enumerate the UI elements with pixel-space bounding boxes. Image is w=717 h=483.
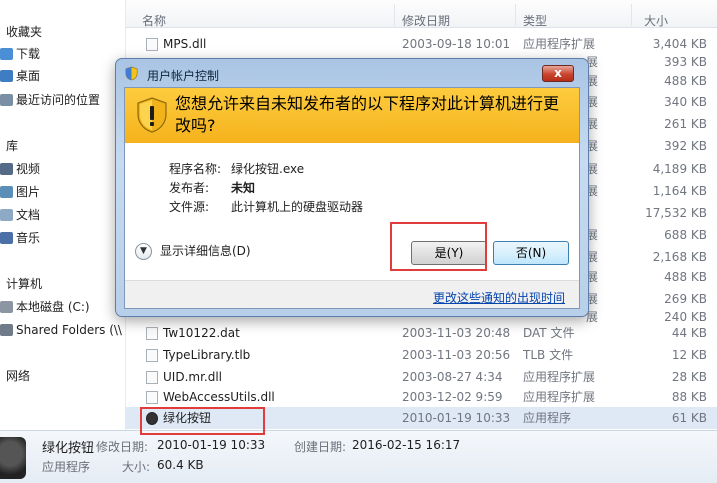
details-size-label: 大小:	[122, 460, 151, 474]
uac-dialog: 用户帐户控制 x 您想允许来自未知发布者的以下程序对此计算机进行更改吗? 程序名…	[115, 58, 589, 317]
yes-button[interactable]: 是(Y)	[411, 241, 487, 265]
dll-file-icon	[146, 38, 158, 51]
details-modified-label: 修改日期:	[96, 440, 149, 454]
column-header-modified[interactable]: 修改日期	[402, 12, 450, 29]
dll-file-icon	[146, 371, 158, 384]
desktop-icon	[0, 70, 13, 82]
file-row[interactable]: WebAccessUtils.dll 2003-12-02 9:59 应用程序扩…	[126, 386, 717, 408]
dat-file-icon	[146, 327, 158, 340]
documents-icon	[0, 209, 13, 221]
navigation-pane: 收藏夹 下载 桌面 最近访问的位置 库 视频 图片 文档 音乐 计算机 本地磁盘…	[0, 0, 126, 430]
uac-shield-icon	[125, 66, 138, 81]
uac-question: 您想允许来自未知发布者的以下程序对此计算机进行更改吗?	[175, 94, 560, 135]
hard-disk-icon	[0, 301, 13, 313]
download-folder-icon	[0, 48, 13, 60]
details-modified-value: 2010-01-19 10:33	[157, 438, 266, 452]
chevron-down-icon: ▼	[135, 243, 152, 260]
file-row[interactable]: TypeLibrary.tlb 2003-11-03 20:56 TLB 文件 …	[126, 344, 717, 366]
warning-banner: 您想允许来自未知发布者的以下程序对此计算机进行更改吗?	[125, 88, 579, 143]
column-divider	[631, 4, 632, 26]
application-large-icon	[0, 437, 26, 479]
file-row-selected[interactable]: 绿化按钮 2010-01-19 10:33 应用程序 61 KB	[126, 407, 717, 429]
no-button[interactable]: 否(N)	[493, 241, 569, 265]
videos-icon	[0, 163, 13, 175]
column-divider	[394, 4, 395, 26]
details-created-label: 创建日期:	[294, 440, 347, 454]
close-icon: x	[554, 66, 562, 80]
warning-shield-icon	[137, 97, 167, 133]
dialog-footer: 更改这些通知的出现时间	[125, 280, 579, 308]
details-pane: 绿化按钮 修改日期: 2010-01-19 10:33 创建日期: 2016-0…	[0, 430, 717, 483]
music-icon	[0, 232, 13, 244]
change-notification-settings-link[interactable]: 更改这些通知的出现时间	[433, 289, 565, 306]
tlb-file-icon	[146, 349, 158, 362]
dialog-title: 用户帐户控制	[147, 69, 220, 83]
details-created-value: 2016-02-15 16:17	[352, 438, 461, 452]
column-headers: 名称 修改日期 类型 大小	[126, 0, 717, 28]
pictures-icon	[0, 186, 13, 198]
column-header-name[interactable]: 名称	[142, 12, 166, 29]
file-row[interactable]: UID.mr.dll 2003-08-27 4:34 应用程序扩展 28 KB	[126, 366, 717, 388]
column-header-type[interactable]: 类型	[523, 12, 547, 29]
details-file-name: 绿化按钮	[42, 441, 95, 456]
recent-places-icon	[0, 94, 13, 106]
column-divider	[515, 4, 516, 26]
dialog-body: 您想允许来自未知发布者的以下程序对此计算机进行更改吗? 程序名称: 绿化按钮.e…	[124, 87, 580, 309]
details-file-kind: 应用程序	[42, 460, 91, 474]
column-header-size[interactable]: 大小	[644, 12, 668, 29]
dll-file-icon	[146, 391, 158, 404]
application-icon	[146, 412, 158, 425]
details-size-value: 60.4 KB	[157, 458, 204, 472]
close-button[interactable]: x	[542, 65, 574, 82]
network-drive-icon	[0, 324, 13, 336]
file-row[interactable]: Tw10122.dat 2003-11-03 20:48 DAT 文件 44 K…	[126, 322, 717, 344]
dialog-titlebar[interactable]: 用户帐户控制 x	[116, 59, 588, 87]
